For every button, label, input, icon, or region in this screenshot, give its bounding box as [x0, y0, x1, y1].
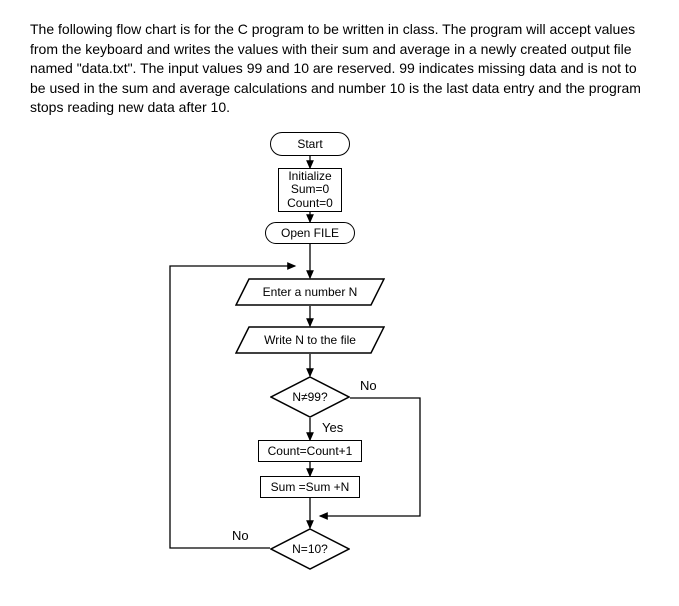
start-label: Start: [297, 137, 322, 151]
node-write-n: Write N to the file: [235, 326, 385, 354]
check-99-yes-label: Yes: [322, 420, 343, 435]
node-check-99: N≠99?: [270, 376, 350, 418]
node-enter-n: Enter a number N: [235, 278, 385, 306]
check-99-no-label: No: [360, 378, 377, 393]
check-99-label: N≠99?: [292, 390, 327, 404]
init-sum: Sum=0: [291, 183, 329, 196]
node-open-file: Open FILE: [265, 222, 355, 244]
node-start: Start: [270, 132, 350, 156]
node-sum-inc: Sum =Sum +N: [260, 476, 360, 498]
node-count-inc: Count=Count+1: [258, 440, 362, 462]
check-10-no-label: No: [232, 528, 249, 543]
node-check-10: N=10?: [270, 528, 350, 570]
node-initialize: Initialize Sum=0 Count=0: [278, 168, 342, 212]
flowchart: Start Initialize Sum=0 Count=0 Open FILE…: [0, 128, 679, 598]
write-n-label: Write N to the file: [264, 333, 356, 347]
init-count: Count=0: [287, 197, 333, 210]
problem-description: The following flow chart is for the C pr…: [0, 0, 679, 128]
open-file-label: Open FILE: [281, 226, 339, 240]
count-inc-label: Count=Count+1: [268, 444, 353, 458]
enter-n-label: Enter a number N: [263, 285, 358, 299]
sum-inc-label: Sum =Sum +N: [271, 480, 350, 494]
check-10-label: N=10?: [292, 542, 328, 556]
